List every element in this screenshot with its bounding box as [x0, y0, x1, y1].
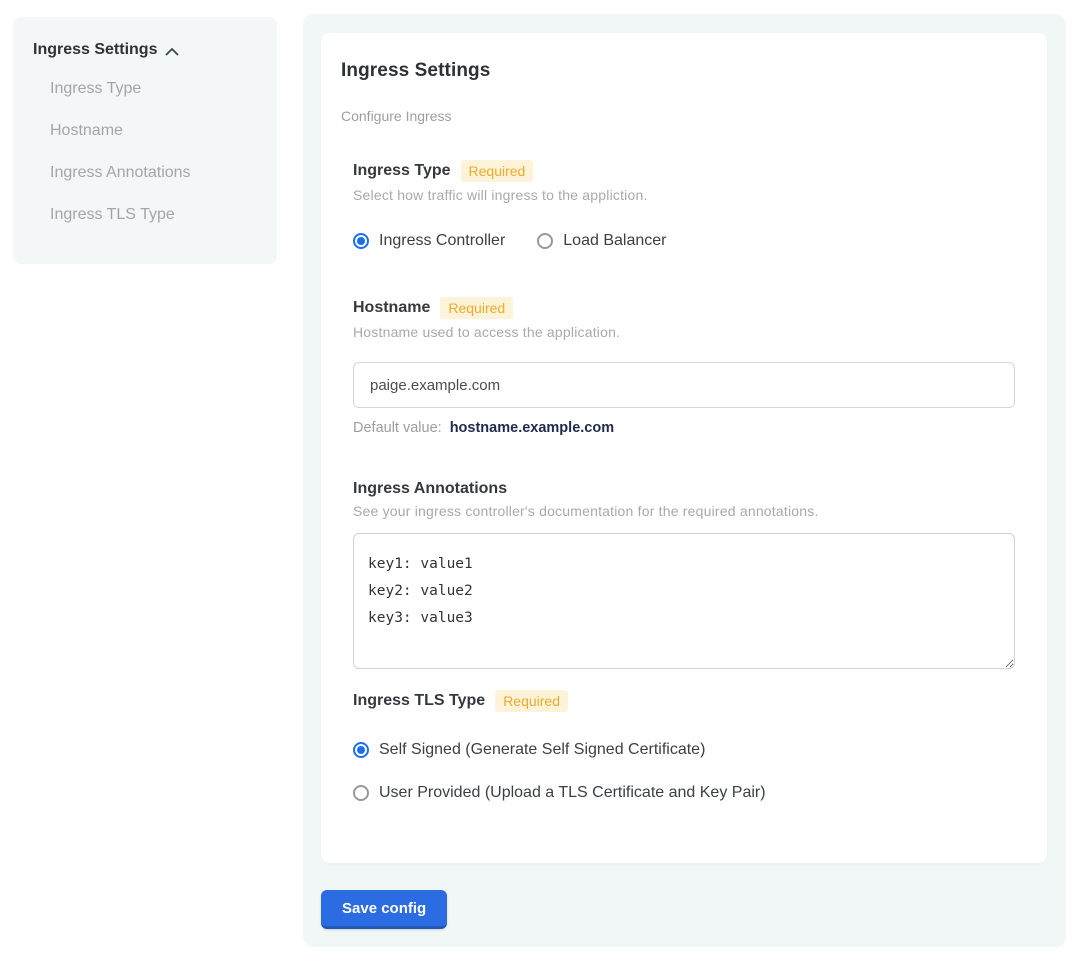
annotations-textarea[interactable]: key1: value1 key2: value2 key3: value3: [353, 533, 1015, 669]
ingress-type-options: Ingress Controller Load Balancer: [353, 232, 1015, 250]
radio-label: Load Balancer: [563, 232, 666, 250]
radio-button[interactable]: [537, 233, 553, 249]
section-ingress-annotations: Ingress Annotations See your ingress con…: [353, 480, 1015, 669]
default-value-prefix: Default value:: [353, 420, 442, 436]
radio-button[interactable]: [353, 742, 369, 758]
page-subtitle: Configure Ingress: [341, 108, 1015, 124]
radio-option-self-signed[interactable]: Self Signed (Generate Self Signed Certif…: [353, 741, 1015, 759]
required-badge: Required: [440, 297, 513, 319]
sidebar-item-ingress-tls-type[interactable]: Ingress TLS Type: [50, 206, 257, 226]
hostname-label: Hostname: [353, 299, 430, 317]
page-title: Ingress Settings: [341, 60, 1015, 82]
hostname-default-line: Default value: hostname.example.com: [353, 420, 1015, 436]
settings-sidebar: Ingress Settings Ingress Type Hostname I…: [13, 17, 277, 264]
radio-option-ingress-controller[interactable]: Ingress Controller: [353, 232, 505, 250]
sidebar-section-header[interactable]: Ingress Settings: [33, 41, 257, 59]
radio-button[interactable]: [353, 233, 369, 249]
sidebar-nav: Ingress Type Hostname Ingress Annotation…: [50, 80, 257, 226]
radio-label: User Provided (Upload a TLS Certificate …: [379, 784, 766, 802]
annotations-help: See your ingress controller's documentat…: [353, 503, 1015, 519]
main-panel: Ingress Settings Configure Ingress Ingre…: [303, 14, 1066, 947]
hostname-input[interactable]: [353, 362, 1015, 408]
ingress-settings-card: Ingress Settings Configure Ingress Ingre…: [321, 33, 1047, 863]
radio-label: Ingress Controller: [379, 232, 505, 250]
ingress-type-help: Select how traffic will ingress to the a…: [353, 187, 1015, 203]
ingress-settings-form: Ingress Type Required Select how traffic…: [353, 160, 1015, 802]
sidebar-item-ingress-annotations[interactable]: Ingress Annotations: [50, 164, 257, 184]
chevron-up-icon: [165, 47, 179, 56]
radio-option-load-balancer[interactable]: Load Balancer: [537, 232, 666, 250]
sidebar-section-title: Ingress Settings: [33, 41, 157, 59]
required-badge: Required: [495, 690, 568, 712]
annotations-label: Ingress Annotations: [353, 480, 507, 498]
hostname-help: Hostname used to access the application.: [353, 324, 1015, 340]
default-value-text: hostname.example.com: [450, 420, 614, 436]
save-config-button[interactable]: Save config: [321, 890, 447, 929]
section-hostname: Hostname Required Hostname used to acces…: [353, 297, 1015, 436]
required-badge: Required: [461, 160, 534, 182]
radio-label: Self Signed (Generate Self Signed Certif…: [379, 741, 705, 759]
section-ingress-tls-type: Ingress TLS Type Required Self Signed (G…: [353, 690, 1015, 802]
radio-option-user-provided[interactable]: User Provided (Upload a TLS Certificate …: [353, 784, 1015, 802]
radio-button[interactable]: [353, 785, 369, 801]
sidebar-item-ingress-type[interactable]: Ingress Type: [50, 80, 257, 100]
ingress-type-label: Ingress Type: [353, 162, 451, 180]
section-ingress-type: Ingress Type Required Select how traffic…: [353, 160, 1015, 250]
tls-type-options: Self Signed (Generate Self Signed Certif…: [353, 741, 1015, 802]
sidebar-item-hostname[interactable]: Hostname: [50, 122, 257, 142]
tls-type-label: Ingress TLS Type: [353, 692, 485, 710]
